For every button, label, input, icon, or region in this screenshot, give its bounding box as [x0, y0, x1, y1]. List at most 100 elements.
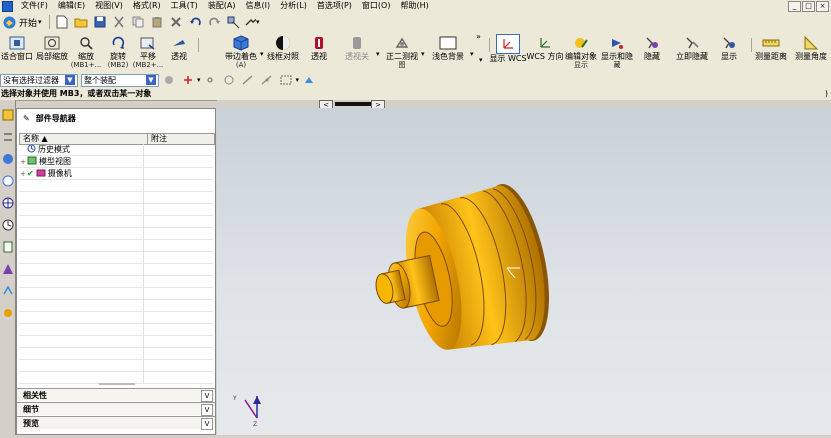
graphics-window[interactable]: Y Z — [217, 108, 831, 435]
arc-center-icon[interactable] — [222, 73, 237, 88]
shaded-with-edges-button[interactable]: 带边着色 (A) — [224, 34, 258, 69]
delete-icon[interactable] — [169, 15, 184, 30]
save-icon[interactable] — [93, 15, 108, 30]
column-name[interactable]: 名称 ▲ — [20, 134, 148, 144]
panel-details[interactable]: 细节 V — [17, 402, 215, 416]
menu-help[interactable]: 帮助(H) — [395, 0, 433, 12]
shading-dropdown-icon[interactable]: ▾ — [260, 50, 264, 58]
menu-view[interactable]: 视图(V) — [90, 0, 128, 12]
part-navigator-tab-icon[interactable] — [1, 151, 14, 166]
menu-file[interactable]: 文件(F) — [16, 0, 53, 12]
copy-icon[interactable] — [131, 15, 146, 30]
wcs-orientation-button[interactable]: WCS 方向 — [526, 34, 564, 61]
system-scene-tab-icon[interactable] — [1, 305, 14, 320]
select-all-icon[interactable] — [301, 73, 316, 88]
point-icon[interactable] — [203, 73, 218, 88]
tree-row-cameras[interactable]: + ✔ 摄像机 — [19, 168, 213, 180]
history-tab-icon[interactable] — [1, 217, 14, 232]
fit-window-button[interactable]: 适合窗口 — [0, 34, 34, 61]
menu-edit[interactable]: 编辑(E) — [53, 0, 90, 12]
menu-information[interactable]: 信息(I) — [241, 0, 276, 12]
start-button[interactable]: 开始 ▾ — [2, 15, 42, 30]
snap-point-icon[interactable] — [180, 73, 195, 88]
paste-icon[interactable] — [150, 15, 165, 30]
zoom-window-button[interactable]: 局部缩放 — [34, 34, 70, 61]
restore-button[interactable]: □ — [802, 1, 815, 12]
show-hide-button[interactable]: 显示和隐 藏 — [600, 34, 634, 69]
tree-row-model-views[interactable]: + 模型视图 — [19, 156, 213, 168]
selection-scope-select[interactable]: 整个装配 ▼ — [81, 73, 159, 87]
panel-splitter[interactable] — [99, 383, 135, 385]
close-button[interactable]: × — [816, 1, 829, 12]
column-notes[interactable]: 附注 — [148, 134, 167, 144]
chevron-down-icon: ▼ — [65, 75, 75, 85]
part-model[interactable]: Y Z — [217, 108, 831, 435]
undo-icon[interactable] — [188, 15, 203, 30]
translucency-dropdown-icon[interactable]: ▾ — [376, 50, 380, 58]
hide-button[interactable]: 隐藏 — [638, 34, 666, 61]
process-studio-tab-icon[interactable] — [1, 261, 14, 276]
measure-angle-button[interactable]: 测量角度 — [792, 34, 830, 61]
background-dropdown-icon[interactable]: ▾ — [470, 50, 474, 58]
perspective-button[interactable]: 透视 — [166, 34, 192, 61]
type-filter-select[interactable]: 没有选择过滤器 ▼ — [0, 73, 78, 87]
midpoint-icon[interactable] — [260, 73, 275, 88]
open-folder-icon[interactable] — [74, 15, 89, 30]
edit-object-display-button[interactable]: 编辑对象 显示 — [564, 34, 598, 69]
assembly-navigator-tab-icon[interactable] — [1, 107, 14, 122]
menu-analysis[interactable]: 分析(L) — [275, 0, 312, 12]
show-button[interactable]: 显示 — [714, 34, 744, 61]
chevron-down-icon[interactable]: V — [201, 404, 213, 416]
menu-window[interactable]: 窗口(O) — [357, 0, 396, 12]
toolbar-overflow-dropdown-icon[interactable]: ▾ — [479, 56, 483, 64]
pin-icon[interactable]: ✎ — [23, 114, 30, 123]
view-dropdown-icon[interactable]: ▾ — [421, 50, 425, 58]
rotate-button[interactable]: 旋转 (MB2) — [104, 34, 132, 69]
web-browser-tab-icon[interactable] — [1, 195, 14, 210]
tool-icon[interactable]: ▾ — [245, 15, 260, 30]
shaded-cube-icon — [230, 34, 252, 52]
general-filter-icon[interactable] — [161, 73, 176, 88]
show-wcs-button[interactable]: 显示 WCS — [489, 34, 527, 63]
endpoint-icon[interactable] — [241, 73, 256, 88]
immediate-hide-button[interactable]: 立即隐藏 — [672, 34, 712, 61]
snap-icon[interactable] — [226, 15, 241, 30]
pan-button[interactable]: 平移 (MB2+... — [133, 34, 163, 69]
panel-dependencies[interactable]: 相关性 V — [17, 388, 215, 402]
expand-icon[interactable]: ) — [825, 88, 828, 100]
system-materials-tab-icon[interactable] — [1, 239, 14, 254]
translucency-off-button: 透视关 — [340, 34, 374, 61]
app-logo-icon — [2, 0, 13, 12]
new-file-icon[interactable] — [55, 15, 70, 30]
light-background-button[interactable]: 浅色背景 — [428, 34, 468, 61]
navigator-header: ✎ 部件导航器 — [17, 109, 215, 127]
part-navigator: ✎ 部件导航器 名称 ▲ 附注 历史模式 + 模型视图 + ✔ 摄像机 相关性 … — [16, 108, 216, 435]
tree-label: 模型视图 — [39, 157, 71, 166]
panel-preview[interactable]: 预览 V — [17, 416, 215, 430]
chevron-down-icon[interactable]: V — [201, 390, 213, 402]
toolbar-overflow-icon[interactable]: » — [476, 32, 481, 41]
expand-plus-icon[interactable]: + — [19, 170, 27, 178]
wireframe-button[interactable]: 线框对照 — [266, 34, 300, 61]
edit-display-icon — [570, 34, 592, 52]
menu-assemblies[interactable]: 装配(A) — [203, 0, 241, 12]
tree-row-history-mode[interactable]: 历史模式 — [19, 144, 213, 156]
measure-distance-button[interactable]: 测量距离 — [752, 34, 790, 61]
trimetric-view-button[interactable]: 正二测视 图 — [385, 34, 419, 69]
minimize-button[interactable]: _ — [788, 1, 801, 12]
roles-tab-icon[interactable] — [1, 283, 14, 298]
expand-plus-icon[interactable]: + — [19, 158, 27, 166]
cut-icon[interactable] — [112, 15, 127, 30]
menu-tools[interactable]: 工具(T) — [166, 0, 203, 12]
constraint-navigator-tab-icon[interactable] — [1, 129, 14, 144]
box-select-icon[interactable] — [279, 73, 294, 88]
zoom-button[interactable]: 缩放 (MB1+... — [71, 34, 101, 69]
redo-icon[interactable] — [207, 15, 222, 30]
chevron-down-icon[interactable]: V — [201, 418, 213, 430]
translucency-button[interactable]: 透视 — [304, 34, 334, 61]
standard-toolbar: 开始 ▾ ▾ — [0, 12, 831, 33]
menu-format[interactable]: 格式(R) — [128, 0, 166, 12]
translucency-off-icon — [346, 34, 368, 52]
reuse-library-tab-icon[interactable] — [1, 173, 14, 188]
menu-preferences[interactable]: 首选项(P) — [312, 0, 357, 12]
